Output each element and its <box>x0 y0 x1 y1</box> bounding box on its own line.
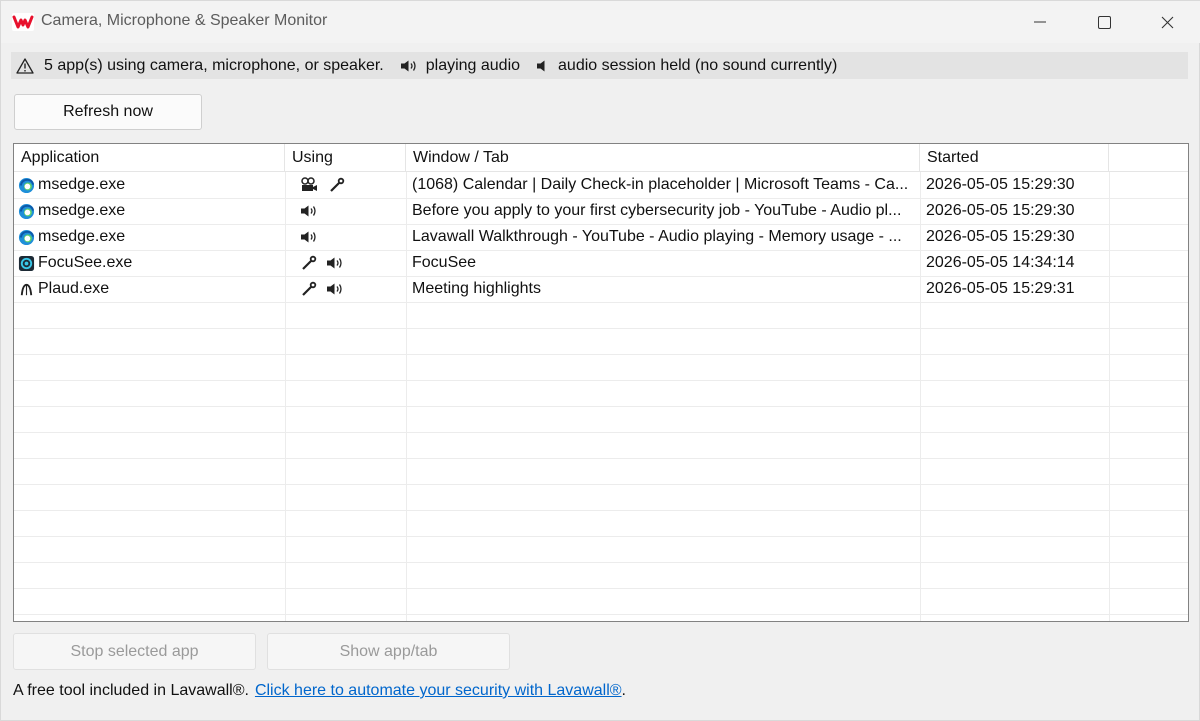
lavawall-logo-icon <box>12 13 34 31</box>
window-title: Camera, Microphone & Speaker Monitor <box>41 12 328 29</box>
window-title-cell: Lavawall Walkthrough - YouTube - Audio p… <box>412 228 902 245</box>
close-icon <box>1161 16 1173 28</box>
grid-line <box>14 406 1188 407</box>
status-summary: 5 app(s) using camera, microphone, or sp… <box>44 56 384 74</box>
started-cell: 2026-05-05 14:34:14 <box>926 254 1075 271</box>
column-header-using[interactable]: Using <box>285 144 406 172</box>
show-app-tab-button[interactable]: Show app/tab <box>267 633 510 670</box>
focusee-icon <box>18 255 35 271</box>
grid-line <box>14 328 1188 329</box>
legend-playing: playing audio <box>400 57 520 75</box>
grid-line <box>14 458 1188 459</box>
stop-selected-app-button[interactable]: Stop selected app <box>13 633 256 670</box>
using-cell <box>292 276 404 302</box>
using-cell <box>292 172 404 198</box>
app-cell: msedge.exe <box>18 198 283 224</box>
speaker-playing-icon <box>327 283 342 295</box>
grid-line <box>14 510 1188 511</box>
started-cell: 2026-05-05 15:29:30 <box>926 202 1075 219</box>
microphone-icon <box>330 177 345 192</box>
app-cell: Plaud.exe <box>18 276 283 302</box>
grid-line <box>14 354 1188 355</box>
column-header-application[interactable]: Application <box>14 144 285 172</box>
speaker-playing-icon <box>327 257 342 269</box>
footer-link-suffix: . <box>621 682 626 699</box>
legend-playing-label: playing audio <box>425 56 521 74</box>
microphone-icon <box>302 281 317 296</box>
table-row[interactable]: FocuSee.exe FocuSee 2026-05-05 14:34:14 <box>14 250 1188 276</box>
speaker-muted-icon <box>537 60 545 71</box>
app-name: msedge.exe <box>38 176 126 193</box>
edge-icon <box>18 229 35 245</box>
legend-held-label: audio session held (no sound currently) <box>558 56 838 74</box>
table-row[interactable]: Plaud.exe Meeting highlights 2026-05-05 … <box>14 276 1188 302</box>
grid-line <box>14 562 1188 563</box>
using-cell <box>292 198 404 224</box>
maximize-button[interactable] <box>1073 1 1135 43</box>
app-cell: msedge.exe <box>18 224 283 250</box>
column-header-window[interactable]: Window / Tab <box>406 144 920 172</box>
title-bar[interactable]: Camera, Microphone & Speaker Monitor <box>1 1 1200 43</box>
app-name: msedge.exe <box>38 202 126 219</box>
using-cell <box>292 250 404 276</box>
column-header-started[interactable]: Started <box>920 144 1109 172</box>
grid-line <box>14 614 1188 615</box>
edge-icon <box>18 203 35 219</box>
close-button[interactable] <box>1136 1 1198 43</box>
app-cell: msedge.exe <box>18 172 283 198</box>
minimize-button[interactable] <box>1009 1 1071 43</box>
speaker-playing-icon <box>301 231 316 243</box>
window-title-cell: Before you apply to your first cybersecu… <box>412 202 902 219</box>
minimize-icon <box>1034 21 1046 23</box>
started-cell: 2026-05-05 15:29:30 <box>926 228 1075 245</box>
table-row[interactable]: msedge.exe (1068) Calendar | Daily Check… <box>14 172 1188 198</box>
refresh-button[interactable]: Refresh now <box>14 94 202 130</box>
app-name: FocuSee.exe <box>38 254 133 271</box>
table-row[interactable]: msedge.exe Lavawall Walkthrough - YouTub… <box>14 224 1188 250</box>
app-window: Camera, Microphone & Speaker Monitor 5 a… <box>0 0 1200 721</box>
started-cell: 2026-05-05 15:29:31 <box>926 280 1075 297</box>
warning-icon <box>16 57 34 74</box>
window-title-cell: Meeting highlights <box>412 280 541 297</box>
apps-table[interactable]: Application Using Window / Tab Started m… <box>13 143 1189 622</box>
legend-held: audio session held (no sound currently) <box>536 57 837 75</box>
grid-line <box>14 432 1188 433</box>
grid-line <box>14 536 1188 537</box>
microphone-icon <box>302 255 317 270</box>
window-title-cell: (1068) Calendar | Daily Check-in placeho… <box>412 176 909 193</box>
grid-line <box>14 588 1188 589</box>
footer-text: A free tool included in Lavawall®. <box>13 682 249 699</box>
speaker-playing-icon <box>301 205 316 217</box>
plaud-icon <box>20 283 33 295</box>
footer: A free tool included in Lavawall®. Click … <box>13 682 626 700</box>
app-cell: FocuSee.exe <box>18 250 283 276</box>
lavawall-link[interactable]: Click here to automate your security wit… <box>255 682 622 699</box>
table-header: Application Using Window / Tab Started <box>14 144 1188 172</box>
window-title-cell: FocuSee <box>412 254 477 271</box>
grid-line <box>14 302 1188 303</box>
maximize-icon <box>1097 15 1111 29</box>
using-cell <box>292 224 404 250</box>
edge-icon <box>18 177 35 193</box>
app-name: msedge.exe <box>38 228 126 245</box>
app-name: Plaud.exe <box>38 280 110 297</box>
speaker-playing-icon <box>400 60 416 71</box>
grid-line <box>14 484 1188 485</box>
column-header-filler <box>1109 144 1188 172</box>
grid-line <box>14 380 1188 381</box>
camera-icon <box>301 177 317 191</box>
status-bar: 5 app(s) using camera, microphone, or sp… <box>11 52 1188 79</box>
started-cell: 2026-05-05 15:29:30 <box>926 176 1075 193</box>
table-row[interactable]: msedge.exe Before you apply to your firs… <box>14 198 1188 224</box>
